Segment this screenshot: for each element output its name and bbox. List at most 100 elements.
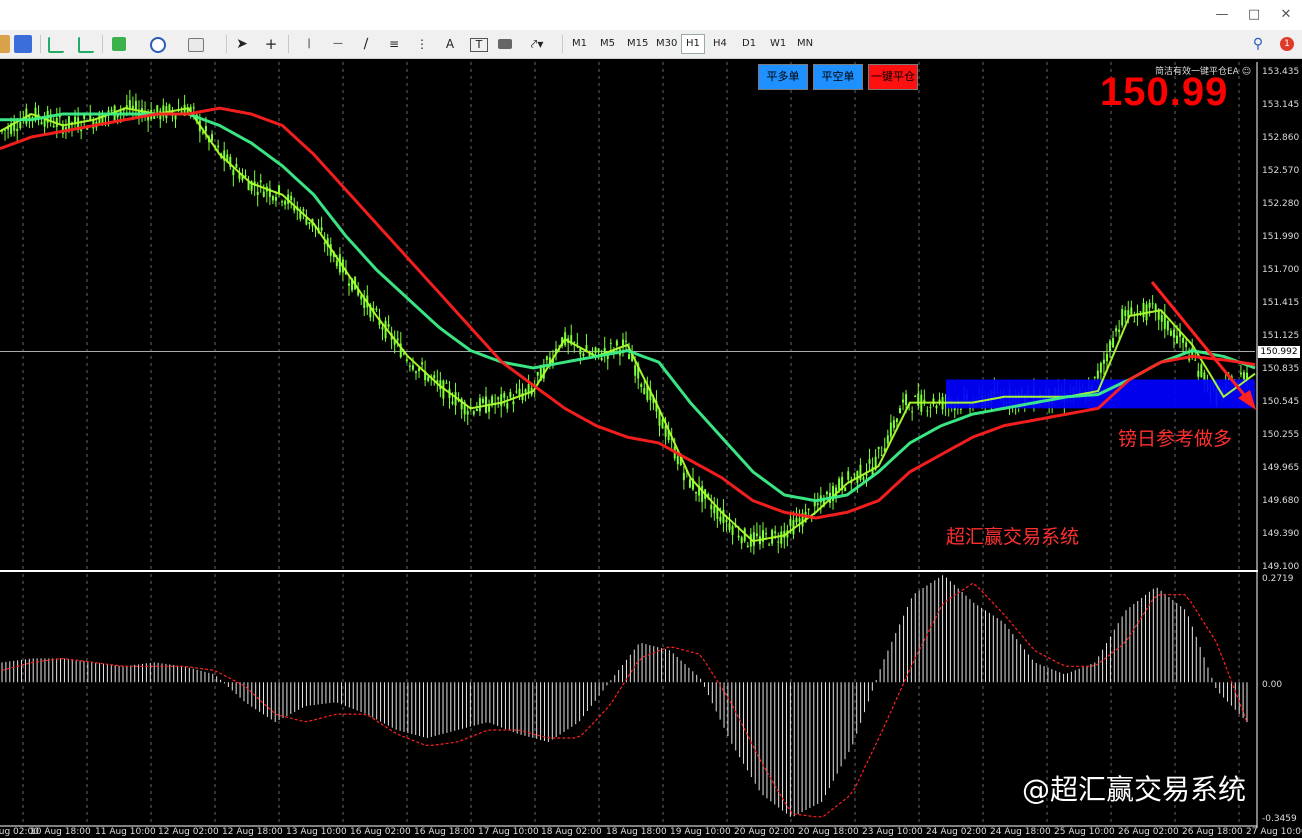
window-tile-icon[interactable] — [14, 35, 32, 53]
time-tick: 20 Aug 02:00 — [734, 827, 795, 837]
candle-body — [445, 382, 448, 384]
close-short-button[interactable]: 平空单 — [813, 64, 863, 90]
candle-body — [695, 491, 698, 494]
timeframe-h1[interactable]: H1 — [681, 34, 705, 54]
candle-body — [1093, 376, 1096, 378]
notification-icon[interactable]: 1 — [1276, 34, 1298, 54]
close-long-button[interactable]: 平多单 — [758, 64, 808, 90]
candle-body — [1200, 364, 1203, 377]
ma-fast-line — [0, 107, 1256, 543]
price-tick: 149.680 — [1262, 496, 1300, 506]
timeframe-w1[interactable]: W1 — [766, 35, 790, 53]
ma-red-line — [0, 106, 1256, 520]
candle-body — [625, 340, 628, 342]
candle-body — [774, 531, 777, 534]
candle-body — [43, 119, 46, 127]
chart-shift-icon[interactable] — [48, 37, 64, 53]
candle-body — [576, 343, 579, 345]
auto-scroll-icon[interactable] — [78, 37, 94, 53]
trendline-icon[interactable]: ∕ — [358, 34, 374, 54]
fibonacci-icon[interactable]: ⋮ — [414, 34, 430, 54]
candle-body — [278, 185, 281, 194]
timeframe-m5[interactable]: M5 — [596, 35, 619, 53]
timeframe-m15[interactable]: M15 — [623, 35, 652, 53]
candle-body — [911, 411, 914, 413]
timeframe-mn[interactable]: MN — [793, 35, 817, 53]
crosshair-icon[interactable]: + — [262, 34, 280, 54]
timeframe-h4[interactable]: H4 — [709, 35, 731, 53]
candle-body — [271, 196, 274, 201]
channel-icon[interactable]: ≡ — [386, 34, 402, 54]
time-tick: 12 Aug 02:00 — [158, 827, 219, 837]
horizontal-line-icon[interactable]: — — [330, 34, 346, 54]
price-tick: 153.435 — [1262, 67, 1300, 77]
maximize-icon[interactable]: □ — [1244, 6, 1264, 24]
candle-body — [503, 393, 506, 398]
candle-body — [512, 401, 515, 405]
candle-body — [16, 128, 19, 132]
candle-body — [67, 116, 70, 129]
candle-body — [475, 408, 478, 412]
candle-body — [898, 408, 901, 414]
candle-body — [728, 523, 731, 530]
text-icon[interactable]: A — [442, 34, 458, 54]
time-tick: 16 Aug 18:00 — [414, 827, 475, 837]
candle-body — [232, 169, 235, 176]
candle-body — [853, 473, 856, 475]
candle-body — [959, 408, 962, 410]
candle-body — [411, 365, 414, 370]
candle-body — [816, 503, 819, 505]
time-tick: 18 Aug 02:00 — [541, 827, 602, 837]
candle-body — [682, 472, 685, 481]
candle-body — [889, 422, 892, 437]
indicator-add-icon[interactable] — [112, 37, 126, 51]
price-tick: 153.145 — [1262, 100, 1300, 110]
candle-body — [1163, 314, 1166, 329]
arrows-icon[interactable]: ⤤▾ — [526, 34, 548, 54]
time-tick: 17 Aug 10:00 — [478, 827, 539, 837]
candle-body — [902, 399, 905, 403]
toolbar: ➤ + | — ∕ ≡ ⋮ A T ⤤▾ M1 M5 M15 M30 H1 H4… — [0, 30, 1302, 59]
text-label-icon[interactable]: T — [470, 38, 488, 52]
pencil-icon[interactable] — [0, 35, 10, 53]
search-icon[interactable]: ⚲ — [1250, 34, 1266, 54]
candle-body — [603, 347, 606, 353]
candle-body — [1115, 328, 1118, 332]
candle-body — [807, 508, 810, 510]
candle-body — [427, 376, 430, 382]
cursor-icon[interactable]: ➤ — [234, 34, 250, 54]
candle-body — [914, 395, 917, 397]
candle-body — [877, 446, 880, 449]
timeframe-d1[interactable]: D1 — [738, 35, 760, 53]
price-chart[interactable] — [0, 59, 1302, 838]
candle-body — [1239, 372, 1242, 375]
candle-body — [488, 406, 491, 412]
candle-body — [1112, 338, 1115, 348]
price-tick: 151.700 — [1262, 265, 1300, 275]
candle-body — [52, 125, 55, 127]
rectangle-icon[interactable] — [498, 39, 512, 49]
candle-body — [780, 531, 783, 544]
timeframe-m1[interactable]: M1 — [568, 35, 591, 53]
candle-body — [594, 347, 597, 353]
candle-body — [1172, 330, 1175, 338]
timeframe-m30[interactable]: M30 — [652, 35, 681, 53]
close-all-button[interactable]: 一键平仓 — [868, 64, 918, 90]
template-icon[interactable] — [188, 38, 204, 52]
close-icon[interactable]: ✕ — [1276, 6, 1296, 24]
candle-body — [621, 339, 624, 346]
candle-body — [731, 526, 734, 535]
vertical-line-icon[interactable]: | — [302, 34, 316, 54]
candle-body — [688, 479, 691, 488]
annotation-system: 超汇赢交易系统 — [946, 526, 1080, 548]
moving-averages — [0, 106, 1256, 543]
osc-tick: 0.00 — [1262, 680, 1283, 690]
minimize-icon[interactable]: — — [1212, 6, 1232, 24]
price-tick: 150.545 — [1262, 397, 1300, 407]
candle-body — [746, 545, 749, 548]
candle-body — [235, 163, 238, 168]
candle-body — [1197, 370, 1200, 377]
clock-icon[interactable] — [150, 37, 166, 53]
candle-body — [713, 505, 716, 514]
candle-body — [825, 491, 828, 495]
